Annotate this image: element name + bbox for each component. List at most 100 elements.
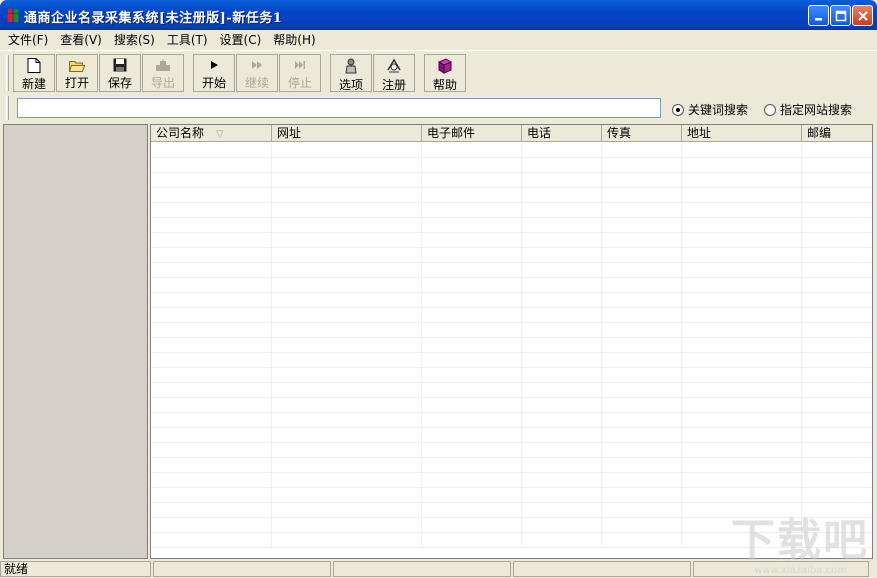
table-cell[interactable] bbox=[422, 308, 522, 323]
table-row[interactable] bbox=[151, 458, 872, 473]
table-cell[interactable] bbox=[802, 293, 872, 308]
table-row[interactable] bbox=[151, 368, 872, 383]
table-cell[interactable] bbox=[422, 488, 522, 503]
table-cell[interactable] bbox=[151, 443, 272, 458]
table-cell[interactable] bbox=[151, 383, 272, 398]
table-cell[interactable] bbox=[682, 458, 802, 473]
table-cell[interactable] bbox=[522, 503, 602, 518]
table-cell[interactable] bbox=[602, 218, 682, 233]
table-row[interactable] bbox=[151, 293, 872, 308]
maximize-button[interactable] bbox=[830, 5, 851, 26]
table-cell[interactable] bbox=[682, 233, 802, 248]
table-cell[interactable] bbox=[602, 368, 682, 383]
table-cell[interactable] bbox=[602, 413, 682, 428]
table-cell[interactable] bbox=[422, 248, 522, 263]
table-cell[interactable] bbox=[272, 443, 422, 458]
column-header-address[interactable]: 地址 bbox=[682, 125, 802, 142]
table-cell[interactable] bbox=[682, 338, 802, 353]
table-cell[interactable] bbox=[272, 293, 422, 308]
table-cell[interactable] bbox=[802, 263, 872, 278]
table-cell[interactable] bbox=[151, 488, 272, 503]
close-button[interactable] bbox=[852, 5, 873, 26]
table-cell[interactable] bbox=[602, 143, 682, 158]
table-cell[interactable] bbox=[422, 533, 522, 548]
table-cell[interactable] bbox=[422, 518, 522, 533]
table-cell[interactable] bbox=[802, 488, 872, 503]
table-cell[interactable] bbox=[602, 383, 682, 398]
table-cell[interactable] bbox=[802, 143, 872, 158]
table-cell[interactable] bbox=[422, 413, 522, 428]
table-cell[interactable] bbox=[151, 458, 272, 473]
table-cell[interactable] bbox=[422, 473, 522, 488]
menu-help[interactable]: 帮助(H) bbox=[267, 30, 321, 50]
table-cell[interactable] bbox=[522, 188, 602, 203]
table-cell[interactable] bbox=[272, 458, 422, 473]
continue-button[interactable]: 继续 bbox=[236, 54, 278, 92]
export-button[interactable]: 导出 bbox=[142, 54, 184, 92]
table-cell[interactable] bbox=[682, 158, 802, 173]
table-cell[interactable] bbox=[602, 323, 682, 338]
table-cell[interactable] bbox=[682, 203, 802, 218]
table-cell[interactable] bbox=[682, 473, 802, 488]
table-cell[interactable] bbox=[802, 368, 872, 383]
table-cell[interactable] bbox=[422, 278, 522, 293]
table-cell[interactable] bbox=[602, 503, 682, 518]
table-cell[interactable] bbox=[682, 443, 802, 458]
table-cell[interactable] bbox=[422, 158, 522, 173]
table-cell[interactable] bbox=[802, 278, 872, 293]
table-cell[interactable] bbox=[682, 368, 802, 383]
table-cell[interactable] bbox=[272, 263, 422, 278]
table-cell[interactable] bbox=[522, 143, 602, 158]
table-cell[interactable] bbox=[602, 458, 682, 473]
table-cell[interactable] bbox=[682, 248, 802, 263]
table-cell[interactable] bbox=[522, 158, 602, 173]
table-cell[interactable] bbox=[272, 158, 422, 173]
table-cell[interactable] bbox=[682, 428, 802, 443]
table-cell[interactable] bbox=[151, 248, 272, 263]
table-cell[interactable] bbox=[802, 428, 872, 443]
table-cell[interactable] bbox=[272, 218, 422, 233]
table-cell[interactable] bbox=[272, 488, 422, 503]
table-row[interactable] bbox=[151, 248, 872, 263]
save-button[interactable]: 保存 bbox=[99, 54, 141, 92]
menu-file[interactable]: 文件(F) bbox=[2, 30, 54, 50]
table-cell[interactable] bbox=[422, 218, 522, 233]
table-cell[interactable] bbox=[151, 503, 272, 518]
menu-tools[interactable]: 工具(T) bbox=[161, 30, 214, 50]
stop-button[interactable]: 停止 bbox=[279, 54, 321, 92]
table-cell[interactable] bbox=[602, 248, 682, 263]
menu-view[interactable]: 查看(V) bbox=[54, 30, 108, 50]
table-cell[interactable] bbox=[602, 203, 682, 218]
table-cell[interactable] bbox=[802, 188, 872, 203]
minimize-button[interactable] bbox=[808, 5, 829, 26]
table-row[interactable] bbox=[151, 158, 872, 173]
table-cell[interactable] bbox=[422, 368, 522, 383]
table-cell[interactable] bbox=[422, 233, 522, 248]
table-cell[interactable] bbox=[522, 458, 602, 473]
table-cell[interactable] bbox=[602, 473, 682, 488]
table-cell[interactable] bbox=[422, 428, 522, 443]
table-cell[interactable] bbox=[802, 338, 872, 353]
table-cell[interactable] bbox=[522, 293, 602, 308]
table-cell[interactable] bbox=[522, 203, 602, 218]
start-button[interactable]: 开始 bbox=[193, 54, 235, 92]
table-cell[interactable] bbox=[682, 263, 802, 278]
table-row[interactable] bbox=[151, 338, 872, 353]
column-header-phone[interactable]: 电话 bbox=[522, 125, 602, 142]
table-cell[interactable] bbox=[522, 368, 602, 383]
menu-search[interactable]: 搜索(S) bbox=[108, 30, 161, 50]
table-cell[interactable] bbox=[422, 188, 522, 203]
table-cell[interactable] bbox=[802, 398, 872, 413]
table-cell[interactable] bbox=[682, 143, 802, 158]
toolbar-grip[interactable] bbox=[6, 55, 9, 91]
table-cell[interactable] bbox=[522, 443, 602, 458]
table-cell[interactable] bbox=[422, 263, 522, 278]
table-cell[interactable] bbox=[422, 503, 522, 518]
table-row[interactable] bbox=[151, 353, 872, 368]
table-cell[interactable] bbox=[272, 278, 422, 293]
table-cell[interactable] bbox=[151, 233, 272, 248]
table-cell[interactable] bbox=[682, 353, 802, 368]
table-cell[interactable] bbox=[422, 203, 522, 218]
table-cell[interactable] bbox=[682, 398, 802, 413]
table-row[interactable] bbox=[151, 233, 872, 248]
